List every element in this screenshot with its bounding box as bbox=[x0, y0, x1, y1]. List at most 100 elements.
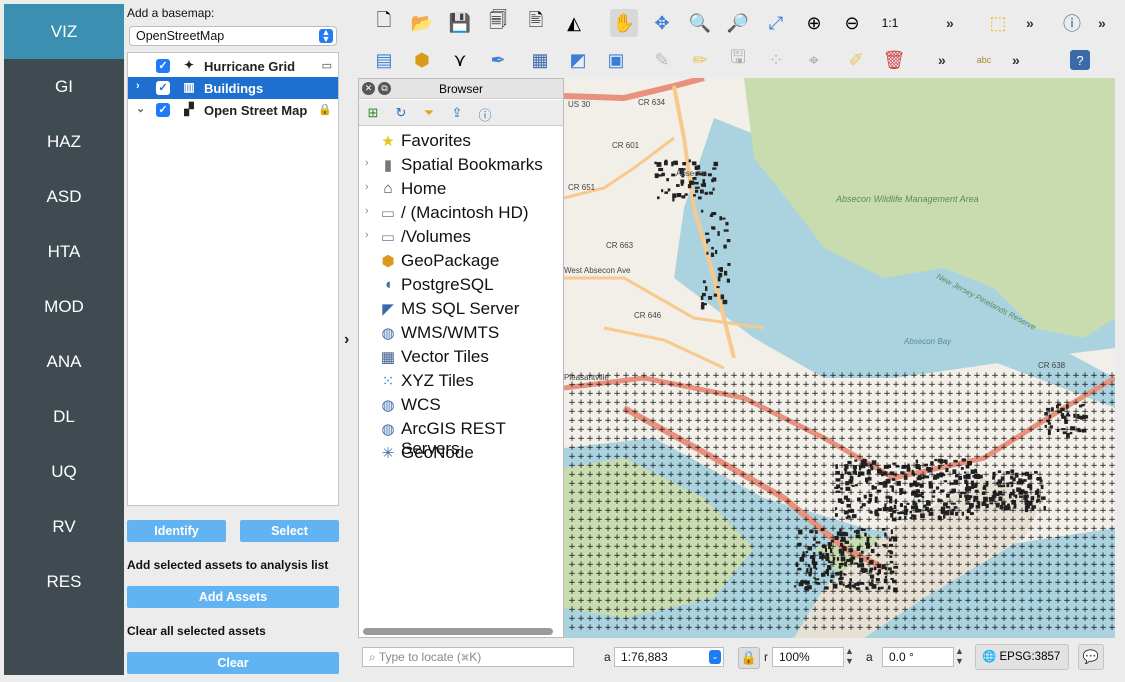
zoom-full-icon[interactable]: ⤢ bbox=[762, 9, 790, 37]
lock-scale-icon[interactable]: 🔒 bbox=[738, 647, 760, 669]
chevron-right-icon[interactable]: › bbox=[365, 229, 369, 241]
pan-hand-icon[interactable]: ✋ bbox=[610, 9, 638, 37]
browser-item[interactable]: ⬢ GeoPackage bbox=[359, 249, 563, 273]
chevron-right-icon[interactable]: › bbox=[365, 205, 369, 217]
layer-checkbox[interactable]: ✓ bbox=[156, 81, 170, 95]
grid-point-marker: + bbox=[973, 623, 981, 633]
browser-item[interactable]: ⁙ XYZ Tiles bbox=[359, 369, 563, 393]
basemap-select[interactable]: OpenStreetMap ▲ ▼ bbox=[129, 26, 337, 46]
chevron-right-icon[interactable]: › bbox=[365, 181, 369, 193]
more-tools-icon[interactable]: » bbox=[946, 15, 954, 31]
modify-attributes-icon[interactable]: ✐ bbox=[842, 46, 870, 74]
style-manager-icon[interactable]: ◭ bbox=[560, 9, 588, 37]
chevron-down-icon[interactable]: ⌄ bbox=[136, 102, 145, 115]
layer-row[interactable]: › ✓ ▥ Buildings bbox=[128, 77, 338, 99]
nav-item-asd[interactable]: ASD bbox=[4, 169, 124, 224]
add-point-icon[interactable]: ⁘ bbox=[762, 46, 790, 74]
nav-item-rv[interactable]: RV bbox=[4, 499, 124, 554]
zoom-selection-icon[interactable]: ⊕ bbox=[800, 9, 828, 37]
add-layer-icon[interactable]: ▤ bbox=[370, 46, 398, 74]
locate-input[interactable]: ⌕ Type to locate (⌘K) bbox=[362, 647, 574, 667]
save-as-icon[interactable]: 🗐 bbox=[484, 9, 512, 37]
nav-item-hta[interactable]: HTA bbox=[4, 224, 124, 279]
browser-item[interactable]: ✳ GeoNode bbox=[359, 441, 563, 465]
layer-row[interactable]: ⌄ ✓ ▞ Open Street Map 🔒 bbox=[128, 99, 338, 121]
map-canvas[interactable]: + + + + + + + + + + + + + + + + + + + + + + + + + + + + + + + + + + + + + + + +… bbox=[564, 78, 1115, 638]
help-icon[interactable]: ? bbox=[1070, 50, 1090, 70]
clear-button[interactable]: Clear bbox=[127, 652, 339, 674]
label-tool-icon[interactable]: abc bbox=[970, 46, 998, 74]
digitize-vertex-icon[interactable]: ⋎ bbox=[446, 46, 474, 74]
browser-item[interactable]: ◍ WMS/WMTS bbox=[359, 321, 563, 345]
browser-item[interactable]: ◍ ArcGIS REST Servers bbox=[359, 417, 563, 458]
more-tools-icon[interactable]: » bbox=[1026, 15, 1034, 31]
add-assets-button[interactable]: Add Assets bbox=[127, 586, 339, 608]
browser-item[interactable]: ◖ PostgreSQL bbox=[359, 273, 563, 297]
nav-item-viz[interactable]: VIZ bbox=[4, 4, 124, 59]
zoom-native-icon[interactable]: 1:1 bbox=[876, 9, 904, 37]
messages-icon[interactable]: 💬 bbox=[1078, 644, 1104, 670]
nav-item-uq[interactable]: UQ bbox=[4, 444, 124, 499]
browser-item[interactable]: ◍ WCS bbox=[359, 393, 563, 417]
nav-item-res[interactable]: RES bbox=[4, 554, 124, 609]
open-folder-icon[interactable]: 📂 bbox=[408, 9, 436, 37]
save-icon[interactable]: 💾 bbox=[446, 9, 474, 37]
toggle-edit-icon[interactable]: ✏ bbox=[686, 46, 714, 74]
nav-item-dl[interactable]: DL bbox=[4, 389, 124, 444]
pan-to-selection-icon[interactable]: ✥ bbox=[648, 9, 676, 37]
new-layer-icon[interactable]: ▣ bbox=[602, 46, 630, 74]
nav-item-haz[interactable]: HAZ bbox=[4, 114, 124, 169]
select-button[interactable]: Select bbox=[240, 520, 339, 542]
rotation-input[interactable]: 0.0 ° bbox=[882, 647, 954, 667]
stepper-icon[interactable]: ▲ ▼ bbox=[955, 646, 964, 666]
scale-combo[interactable]: 1:76,883 ⌄ bbox=[614, 647, 724, 667]
collapse-all-icon[interactable]: ⇪ bbox=[449, 105, 465, 121]
browser-item[interactable]: ★ Favorites bbox=[359, 129, 563, 153]
browser-scrollbar[interactable] bbox=[363, 628, 553, 635]
stepper-icon[interactable]: ▲ ▼ bbox=[845, 646, 854, 666]
select-arrows-icon: ▲ ▼ bbox=[319, 28, 333, 44]
nav-item-ana[interactable]: ANA bbox=[4, 334, 124, 389]
print-layout-icon[interactable]: 🖹 bbox=[522, 9, 550, 37]
more-tools-icon[interactable]: » bbox=[1012, 52, 1020, 68]
delete-icon[interactable]: 🗑 bbox=[880, 46, 908, 74]
new-project-icon[interactable]: 🗋 bbox=[370, 9, 398, 37]
add-geopackage-icon[interactable]: ⬢ bbox=[408, 46, 436, 74]
chevron-right-icon[interactable]: › bbox=[365, 157, 369, 169]
magnifier-input[interactable]: 100% bbox=[772, 647, 844, 667]
browser-item[interactable]: › ▭ /Volumes bbox=[359, 225, 563, 249]
mesh-layer-icon[interactable]: ◩ bbox=[564, 46, 592, 74]
zoom-in-icon[interactable]: 🔍 bbox=[686, 9, 714, 37]
vertex-tool-icon[interactable]: ⌖ bbox=[800, 46, 828, 74]
folder-icon: ▭ bbox=[380, 205, 396, 222]
nav-item-mod[interactable]: MOD bbox=[4, 279, 124, 334]
edit-pencil-icon[interactable]: ✎ bbox=[648, 46, 676, 74]
browser-item[interactable]: ▦ Vector Tiles bbox=[359, 345, 563, 369]
add-selected-icon[interactable]: ⊞ bbox=[365, 105, 381, 121]
identify-tool-icon[interactable]: ⓘ bbox=[1058, 9, 1086, 37]
select-features-icon[interactable]: ⬚ bbox=[984, 9, 1012, 37]
info-icon[interactable]: ⓘ bbox=[477, 105, 493, 123]
more-tools-icon[interactable]: » bbox=[938, 52, 946, 68]
chevron-right-icon[interactable]: › bbox=[344, 331, 349, 349]
identify-button[interactable]: Identify bbox=[127, 520, 226, 542]
layer-row[interactable]: ✓ ✦ Hurricane Grid ▭ bbox=[128, 55, 338, 77]
pen-icon[interactable]: ✒ bbox=[484, 46, 512, 74]
crs-button[interactable]: 🌐 EPSG:3857 bbox=[975, 644, 1069, 670]
nav-item-gi[interactable]: GI bbox=[4, 59, 124, 114]
panel-splitter[interactable]: › bbox=[341, 0, 357, 682]
refresh-icon[interactable]: ↻ bbox=[393, 105, 409, 121]
chevron-right-icon[interactable]: › bbox=[136, 80, 140, 92]
browser-item[interactable]: › ▮ Spatial Bookmarks bbox=[359, 153, 563, 177]
browser-item[interactable]: › ▭ / (Macintosh HD) bbox=[359, 201, 563, 225]
browser-item[interactable]: › ⌂ Home bbox=[359, 177, 563, 201]
browser-item[interactable]: ◤ MS SQL Server bbox=[359, 297, 563, 321]
more-tools-icon[interactable]: » bbox=[1098, 15, 1106, 31]
filter-icon[interactable]: ⏷ bbox=[421, 105, 437, 121]
zoom-layer-icon[interactable]: ⊖ bbox=[838, 9, 866, 37]
layer-checkbox[interactable]: ✓ bbox=[156, 103, 170, 117]
virtual-layer-icon[interactable]: ▦ bbox=[526, 46, 554, 74]
zoom-out-icon[interactable]: 🔎 bbox=[724, 9, 752, 37]
layer-checkbox[interactable]: ✓ bbox=[156, 59, 170, 73]
save-edits-icon[interactable]: 🖫 bbox=[724, 46, 752, 74]
